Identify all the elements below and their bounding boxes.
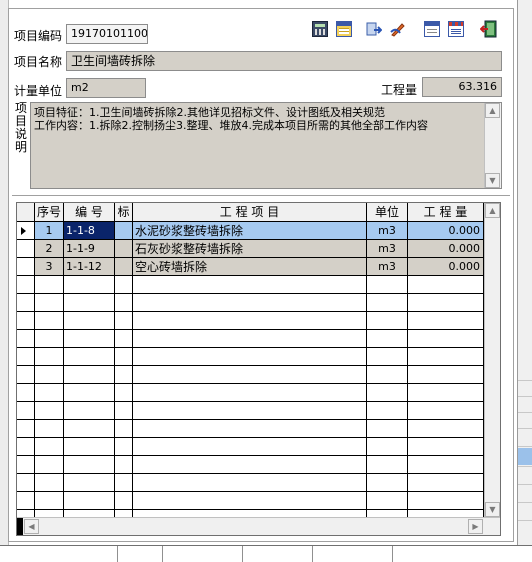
row3-unit: m3 — [378, 260, 396, 273]
code-field[interactable]: 191701011001 — [66, 24, 148, 44]
background-grid-strip — [0, 545, 532, 562]
row2-qty: 0.000 — [448, 242, 481, 255]
grid-vertical-scrollbar[interactable]: ▲ ▼ — [484, 203, 500, 517]
name-field[interactable]: 卫生间墙砖拆除 — [66, 51, 502, 71]
row1-code[interactable]: 1-1-8 — [66, 222, 114, 240]
table-icon[interactable] — [336, 21, 352, 37]
row1-name: 水泥砂浆整砖墙拆除 — [135, 224, 244, 238]
header-flag: 标 — [115, 203, 132, 221]
row2-code[interactable]: 1-1-9 — [66, 240, 114, 258]
description-box[interactable]: 项目特征：1.卫生间墙砖拆除2.其他详见招标文件、设计图纸及相关规范 工作内容：… — [30, 102, 502, 189]
row-selector-corner — [17, 518, 23, 535]
scroll-up-icon[interactable]: ▲ — [485, 103, 500, 118]
description-label: 项目说明 — [14, 101, 27, 154]
description-line-1: 项目特征：1.卫生间墙砖拆除2.其他详见招标文件、设计图纸及相关规范 — [34, 106, 385, 119]
quantity-label: 工程量 — [381, 83, 418, 97]
scroll-up-icon[interactable]: ▲ — [485, 203, 500, 218]
row3-no: 3 — [45, 260, 53, 273]
row1-no: 1 — [45, 224, 53, 237]
edit-icon[interactable] — [390, 21, 406, 37]
header-no: 序号 — [35, 203, 63, 221]
row2-name: 石灰砂浆整砖墙拆除 — [135, 242, 244, 256]
row-pointer-icon — [21, 227, 26, 235]
grid-horizontal-scrollbar[interactable]: ◀ ▶ — [17, 517, 500, 535]
window-icon[interactable] — [424, 21, 440, 37]
header-item: 工 程 项 目 — [133, 203, 366, 221]
exit-icon[interactable] — [479, 20, 497, 38]
row1-unit: m3 — [378, 224, 396, 237]
name-label: 项目名称 — [14, 55, 63, 69]
header-qty: 工 程 量 — [408, 203, 483, 221]
unit-label: 计量单位 — [14, 84, 63, 98]
unit-field[interactable]: m2 — [66, 78, 146, 98]
scroll-right-icon[interactable]: ▶ — [468, 519, 483, 534]
toolbar — [312, 20, 502, 40]
description-line-2: 工作内容：1.拆除2.控制扬尘3.整理、堆放4.完成本项目所需的其他全部工作内容 — [34, 119, 428, 132]
row3-code[interactable]: 1-1-12 — [66, 258, 114, 276]
description-scrollbar[interactable]: ▲ ▼ — [484, 103, 501, 188]
row3-name: 空心砖墙拆除 — [135, 260, 208, 274]
row2-no: 2 — [45, 242, 53, 255]
import-icon[interactable] — [366, 21, 383, 37]
header-unit: 单位 — [367, 203, 407, 221]
quota-grid: 序号 编 号 标 工 程 项 目 单位 工 程 量 1 1-1-8 水泥砂浆整砖… — [16, 202, 501, 536]
list-icon[interactable] — [448, 21, 464, 37]
header-code: 编 号 — [64, 203, 114, 221]
calculator-icon[interactable] — [312, 21, 328, 37]
code-label: 项目编码 — [14, 29, 63, 43]
scroll-down-icon[interactable]: ▼ — [485, 502, 500, 517]
scroll-down-icon[interactable]: ▼ — [485, 173, 500, 188]
row2-unit: m3 — [378, 242, 396, 255]
divider — [12, 195, 510, 196]
row1-qty: 0.000 — [448, 224, 481, 237]
quantity-field[interactable]: 63.316 — [422, 77, 502, 97]
scroll-left-icon[interactable]: ◀ — [24, 519, 39, 534]
background-list-strip — [517, 0, 532, 545]
row3-qty: 0.000 — [448, 260, 481, 273]
